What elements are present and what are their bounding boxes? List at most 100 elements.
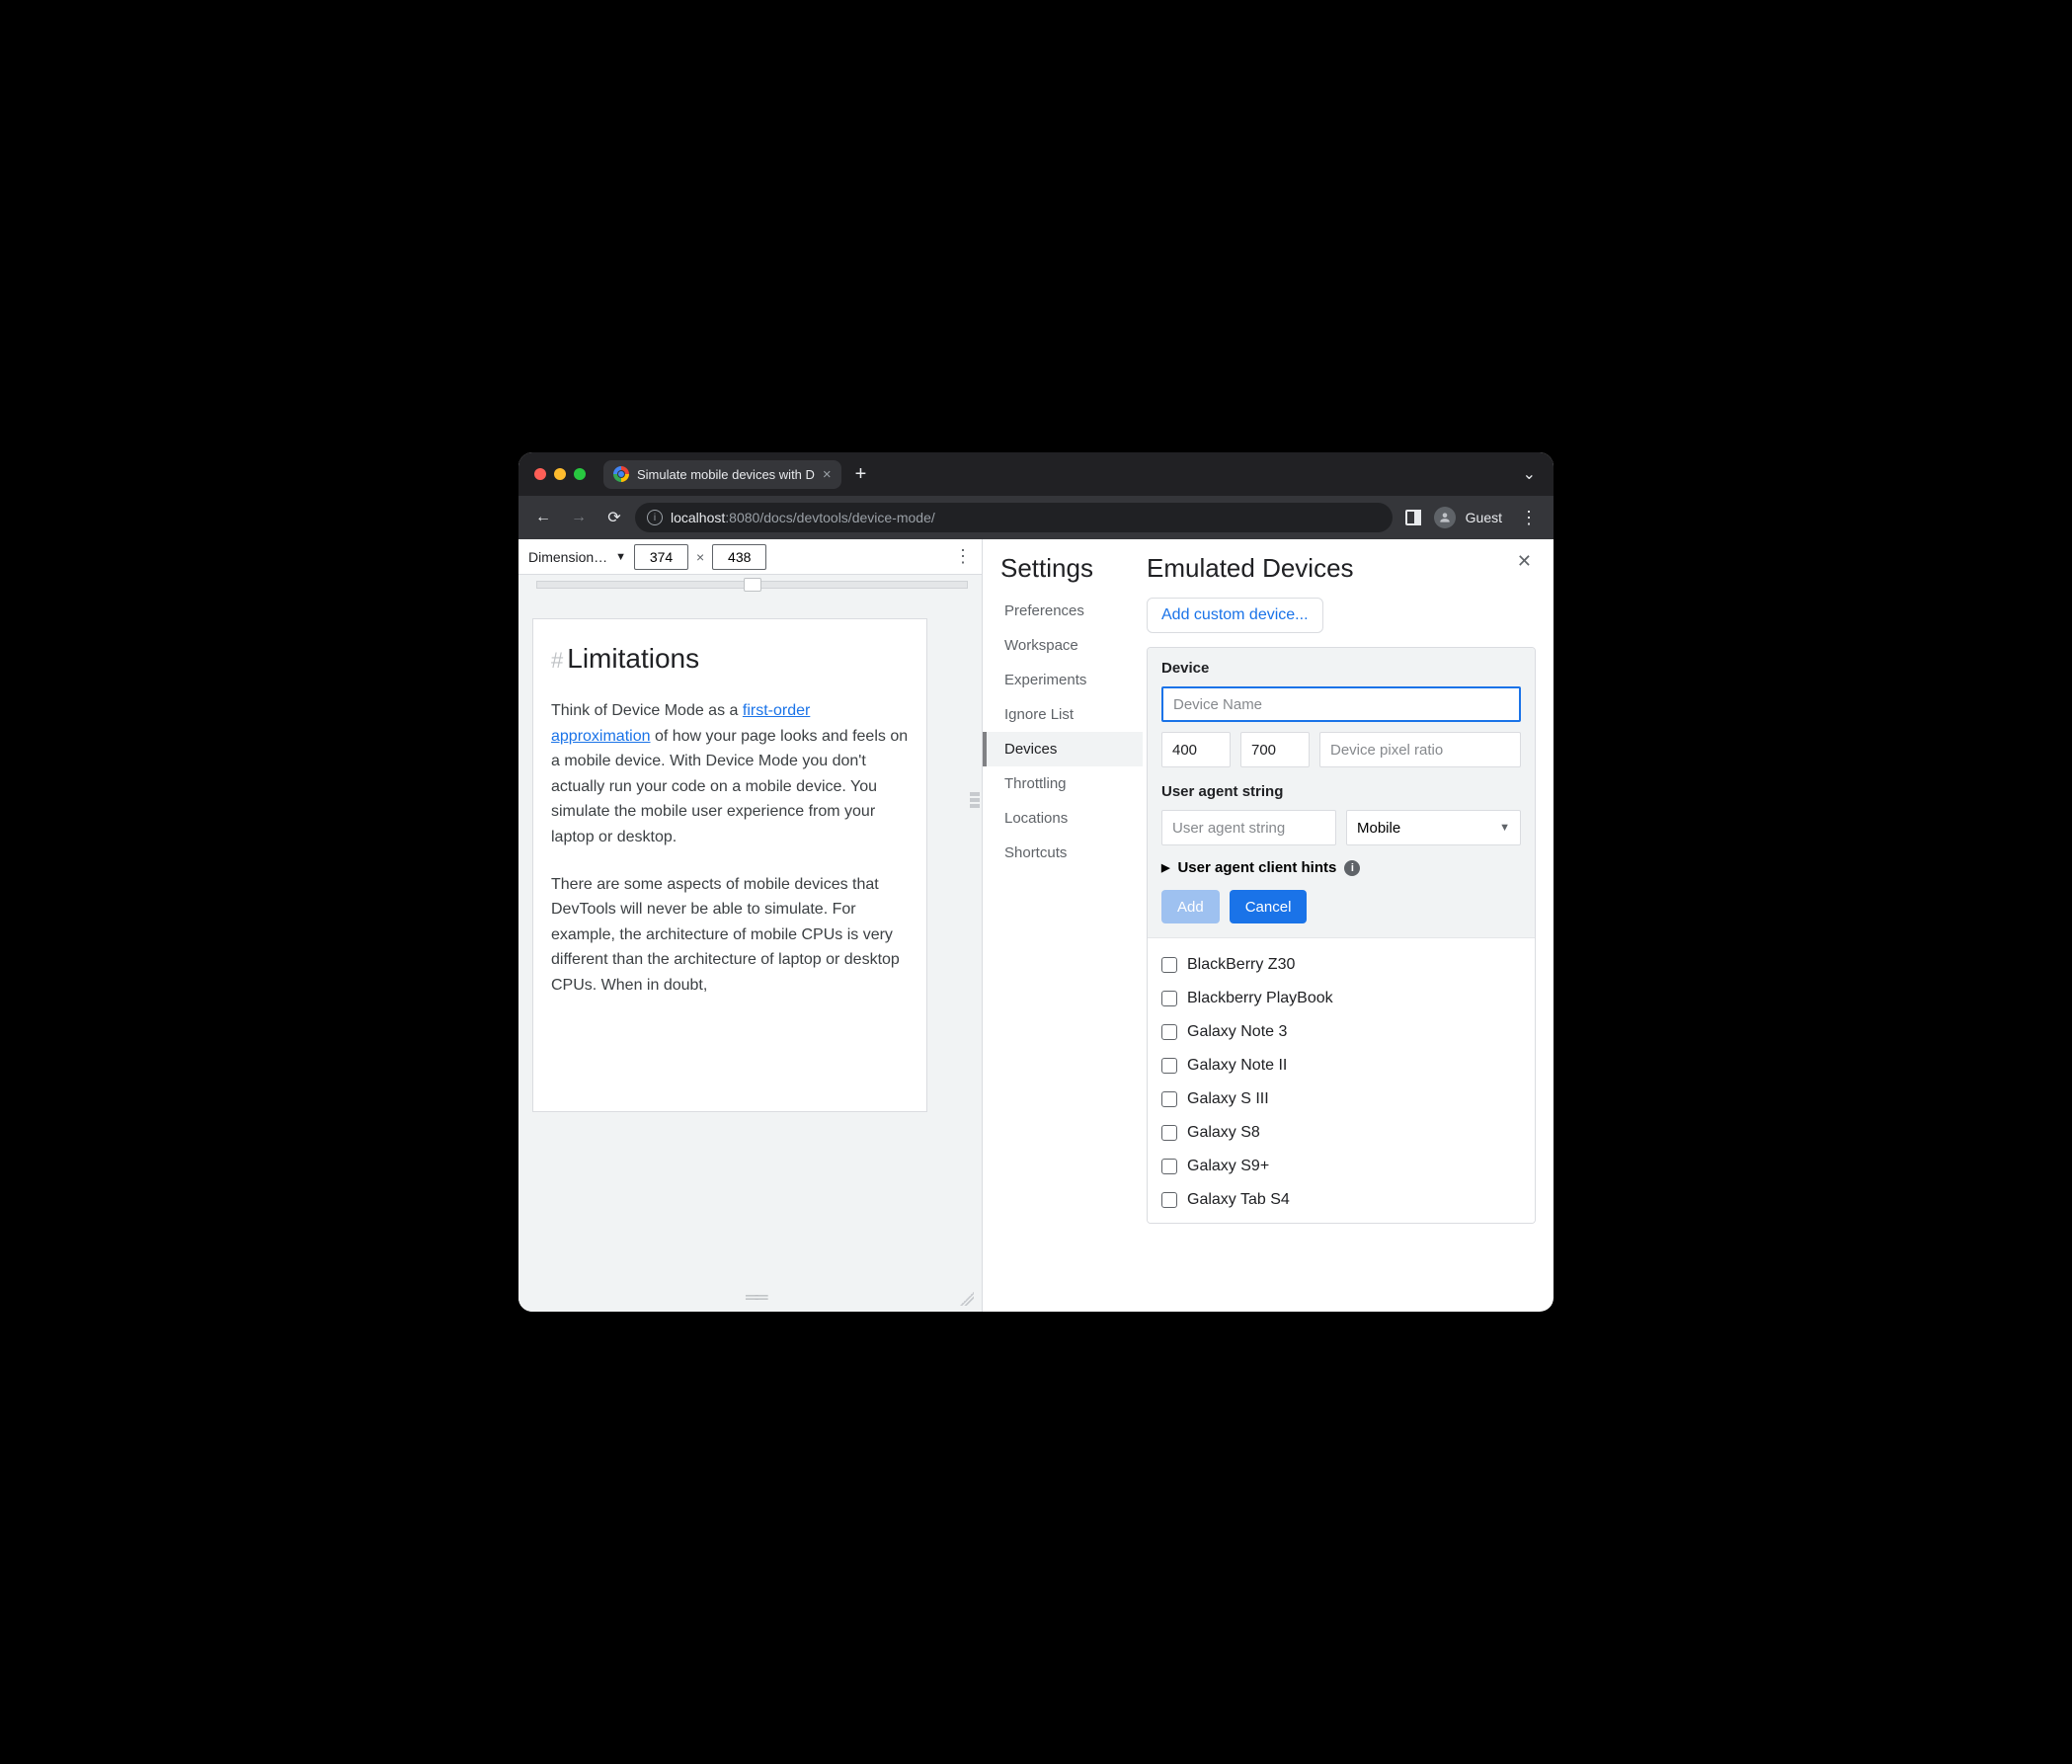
add-device-button[interactable]: Add (1161, 890, 1220, 923)
disclosure-triangle-icon: ▶ (1161, 861, 1169, 874)
device-list-label: Galaxy Tab S4 (1187, 1191, 1290, 1209)
site-info-icon[interactable]: i (647, 510, 663, 525)
profile-label[interactable]: Guest (1466, 510, 1502, 525)
user-agent-input[interactable] (1161, 810, 1336, 845)
device-list-label: Galaxy S III (1187, 1090, 1269, 1108)
settings-sidebar: Settings PreferencesWorkspaceExperiments… (983, 539, 1143, 1312)
device-list-label: Galaxy Note 3 (1187, 1023, 1287, 1041)
height-handle[interactable] (970, 792, 980, 861)
minimize-window-icon[interactable] (554, 468, 566, 480)
dimensions-dropdown[interactable]: Dimension… (528, 549, 607, 565)
width-ruler[interactable] (536, 581, 968, 589)
page-paragraph: There are some aspects of mobile devices… (551, 872, 909, 999)
corner-resize-handle-icon[interactable] (960, 1292, 974, 1306)
tabs-dropdown-icon[interactable]: ⌄ (1515, 464, 1544, 484)
viewport-height-input[interactable] (712, 544, 766, 570)
devtools-settings: Settings PreferencesWorkspaceExperiments… (983, 539, 1554, 1312)
dimension-separator: × (696, 549, 704, 565)
url-text: localhost:8080/docs/devtools/device-mode… (671, 510, 935, 525)
profile-avatar-icon[interactable] (1434, 507, 1456, 528)
checkbox-icon[interactable] (1161, 1159, 1177, 1174)
url-port: :8080 (725, 510, 759, 525)
device-list-label: Galaxy S8 (1187, 1124, 1260, 1142)
device-list-label: BlackBerry Z30 (1187, 956, 1295, 974)
settings-nav-preferences[interactable]: Preferences (983, 594, 1143, 628)
nav-forward-button: → (564, 503, 594, 532)
bottom-resize-handle-icon[interactable]: ══ (746, 1287, 765, 1308)
settings-nav-devices[interactable]: Devices (983, 732, 1143, 766)
page-paragraph: Think of Device Mode as a first-order ap… (551, 698, 909, 850)
device-list-item[interactable]: Galaxy S9+ (1161, 1150, 1521, 1183)
page-heading: #Limitations (551, 643, 909, 675)
ua-section-label: User agent string (1161, 783, 1521, 800)
url-path: /docs/devtools/device-mode/ (759, 510, 934, 525)
settings-nav-locations[interactable]: Locations (983, 801, 1143, 836)
tab-title: Simulate mobile devices with D (637, 467, 815, 482)
chrome-favicon-icon (613, 466, 629, 482)
device-list-item[interactable]: Galaxy Note 3 (1161, 1015, 1521, 1049)
page-heading-text: Limitations (567, 643, 699, 674)
device-pixel-ratio-input[interactable] (1319, 732, 1521, 767)
checkbox-icon[interactable] (1161, 1125, 1177, 1141)
cancel-device-button[interactable]: Cancel (1230, 890, 1308, 923)
title-bar: Simulate mobile devices with D × + ⌄ (518, 452, 1554, 496)
checkbox-icon[interactable] (1161, 1091, 1177, 1107)
dropdown-caret-icon[interactable]: ▼ (615, 551, 626, 563)
close-window-icon[interactable] (534, 468, 546, 480)
maximize-window-icon[interactable] (574, 468, 586, 480)
settings-nav-shortcuts[interactable]: Shortcuts (983, 836, 1143, 870)
checkbox-icon[interactable] (1161, 1058, 1177, 1074)
panel-toggle-button[interactable] (1398, 503, 1428, 532)
checkbox-icon[interactable] (1161, 957, 1177, 973)
device-list-item[interactable]: Blackberry PlayBook (1161, 982, 1521, 1015)
ua-type-select[interactable]: Mobile ▼ (1346, 810, 1521, 845)
content-area: Dimension… ▼ × ⋮ #Limitations Think of D… (518, 539, 1554, 1312)
device-mode-pane: Dimension… ▼ × ⋮ #Limitations Think of D… (518, 539, 983, 1312)
viewport-stage: #Limitations Think of Device Mode as a f… (518, 575, 982, 1312)
device-list-item[interactable]: Galaxy Tab S4 (1161, 1183, 1521, 1217)
device-width-input[interactable] (1161, 732, 1231, 767)
device-list: BlackBerry Z30 Blackberry PlayBook Galaxy … (1148, 938, 1535, 1223)
tab-close-icon[interactable]: × (823, 466, 832, 483)
address-bar[interactable]: i localhost:8080/docs/devtools/device-mo… (635, 503, 1393, 532)
device-height-input[interactable] (1240, 732, 1310, 767)
add-custom-device-button[interactable]: Add custom device... (1147, 598, 1323, 633)
viewport-width-input[interactable] (634, 544, 688, 570)
url-host: localhost (671, 510, 725, 525)
heading-anchor-icon[interactable]: # (551, 648, 563, 673)
device-list-label: Galaxy S9+ (1187, 1158, 1269, 1175)
settings-nav-ignore-list[interactable]: Ignore List (983, 697, 1143, 732)
device-list-item[interactable]: Galaxy S III (1161, 1082, 1521, 1116)
checkbox-icon[interactable] (1161, 1192, 1177, 1208)
browser-window: Simulate mobile devices with D × + ⌄ ← →… (518, 452, 1554, 1312)
ua-client-hints-label: User agent client hints (1177, 859, 1336, 876)
reload-button[interactable]: ⟳ (599, 503, 629, 532)
device-toolbar-menu-icon[interactable]: ⋮ (954, 546, 972, 567)
new-tab-button[interactable]: + (855, 464, 867, 484)
device-name-input[interactable] (1161, 686, 1521, 722)
ua-client-hints-toggle[interactable]: ▶ User agent client hints i (1161, 859, 1521, 876)
device-list-item[interactable]: BlackBerry Z30 (1161, 948, 1521, 982)
device-section-label: Device (1161, 660, 1521, 677)
checkbox-icon[interactable] (1161, 1024, 1177, 1040)
device-list-item[interactable]: Galaxy Note II (1161, 1049, 1521, 1082)
browser-menu-button[interactable]: ⋮ (1514, 508, 1544, 528)
device-list-label: Galaxy Note II (1187, 1057, 1287, 1075)
device-form: Device User agent string Mobile (1147, 647, 1536, 1224)
settings-close-icon[interactable]: ✕ (1513, 549, 1536, 574)
window-controls (534, 468, 586, 480)
nav-back-button[interactable]: ← (528, 503, 558, 532)
select-caret-icon: ▼ (1499, 822, 1510, 834)
browser-tab[interactable]: Simulate mobile devices with D × (603, 460, 841, 489)
emulated-viewport[interactable]: #Limitations Think of Device Mode as a f… (532, 618, 927, 1112)
settings-nav-throttling[interactable]: Throttling (983, 766, 1143, 801)
device-toolbar: Dimension… ▼ × ⋮ (518, 539, 982, 575)
settings-nav-experiments[interactable]: Experiments (983, 663, 1143, 697)
width-ruler-thumb-icon[interactable] (744, 578, 761, 592)
browser-toolbar: ← → ⟳ i localhost:8080/docs/devtools/dev… (518, 496, 1554, 539)
info-icon[interactable]: i (1344, 860, 1360, 876)
settings-nav-workspace[interactable]: Workspace (983, 628, 1143, 663)
settings-title: Settings (1000, 553, 1125, 584)
device-list-item[interactable]: Galaxy S8 (1161, 1116, 1521, 1150)
checkbox-icon[interactable] (1161, 991, 1177, 1006)
